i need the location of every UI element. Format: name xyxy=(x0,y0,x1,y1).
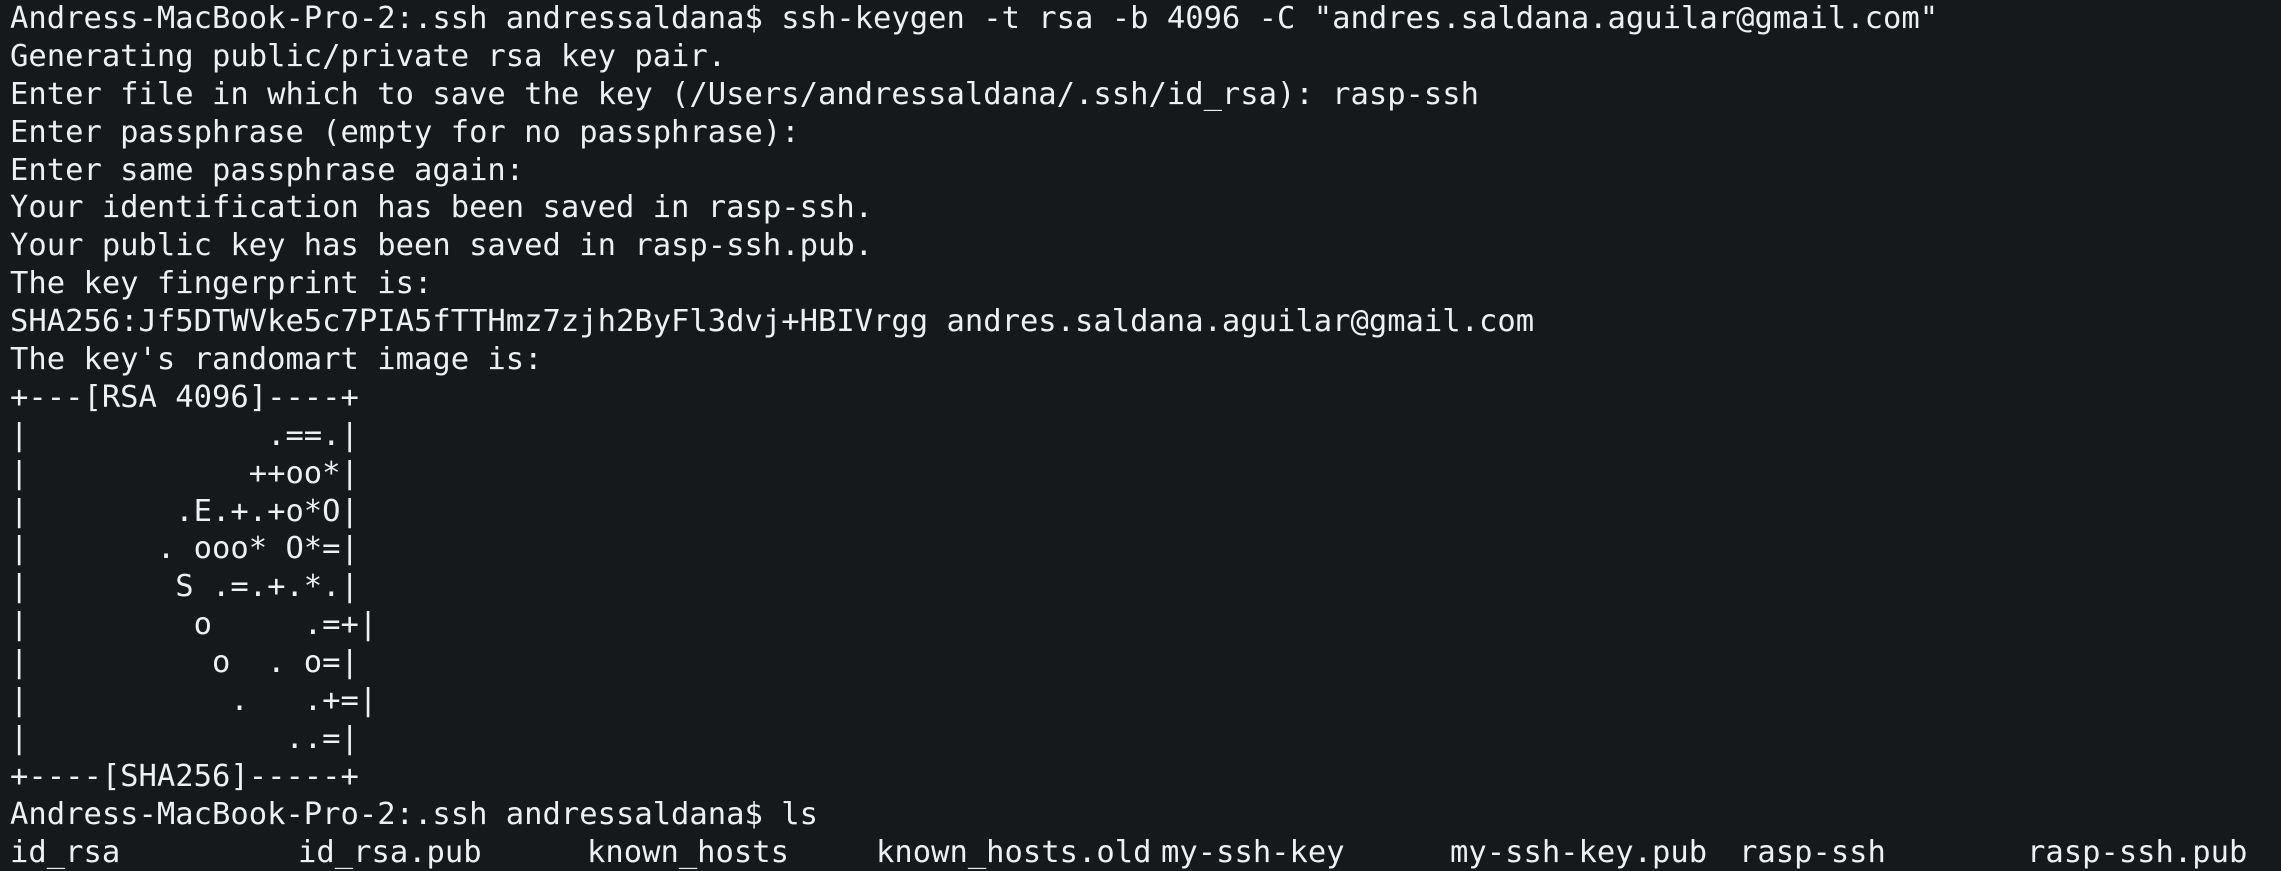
fingerprint-line: SHA256:Jf5DTWVke5c7PIA5fTTHmz7zjh2ByFl3d… xyxy=(10,304,1535,340)
randomart-line: | ++oo*| xyxy=(10,455,359,491)
ls-output-row: id_rsa id_rsa.pub known_hosts known_host… xyxy=(10,834,2281,871)
randomart-line: | o . o=| xyxy=(10,645,359,681)
ls-file-entry: my-ssh-key.pub xyxy=(1450,834,1708,870)
randomart-line: | .E.+.+o*O| xyxy=(10,493,359,529)
ls-file-entry: known_hosts.old xyxy=(876,834,1152,870)
randomart-line: +---[RSA 4096]----+ xyxy=(10,379,359,415)
ls-file-entry: rasp-ssh xyxy=(1739,834,1886,870)
output-line: Your identification has been saved in ra… xyxy=(10,190,874,226)
output-line: Enter file in which to save the key (/Us… xyxy=(10,76,1480,112)
randomart-line: | . .+=| xyxy=(10,683,378,719)
randomart-line: | o .=+| xyxy=(10,607,378,643)
output-line: Your public key has been saved in rasp-s… xyxy=(10,228,874,264)
output-line: Generating public/private rsa key pair. xyxy=(10,38,727,74)
output-line: Enter passphrase (empty for no passphras… xyxy=(10,114,800,150)
prompt-command-line: Andress-MacBook-Pro-2:.ssh andressaldana… xyxy=(10,1,1939,36)
ls-file-entry: rasp-ssh.pub xyxy=(2027,834,2248,870)
randomart-line: | .==.| xyxy=(10,417,359,453)
randomart-line: +----[SHA256]-----+ xyxy=(10,758,359,794)
randomart-line: | S .=.+.*.| xyxy=(10,569,359,605)
ls-file-entry: known_hosts xyxy=(587,834,789,870)
ls-file-entry: my-ssh-key xyxy=(1161,834,1345,870)
output-line: Enter same passphrase again: xyxy=(10,152,525,188)
output-line: The key fingerprint is: xyxy=(10,266,433,302)
terminal-window[interactable]: Andress-MacBook-Pro-2:.ssh andressaldana… xyxy=(0,0,2281,871)
output-line: The key's randomart image is: xyxy=(10,342,543,378)
ls-file-entry: id_rsa.pub xyxy=(298,834,482,870)
randomart-line: | . ooo* O*=| xyxy=(10,531,359,567)
randomart-line: | ..=| xyxy=(10,720,359,756)
ls-file-entry: id_rsa xyxy=(10,834,121,870)
prompt-command-line: Andress-MacBook-Pro-2:.ssh andressaldana… xyxy=(10,796,818,832)
